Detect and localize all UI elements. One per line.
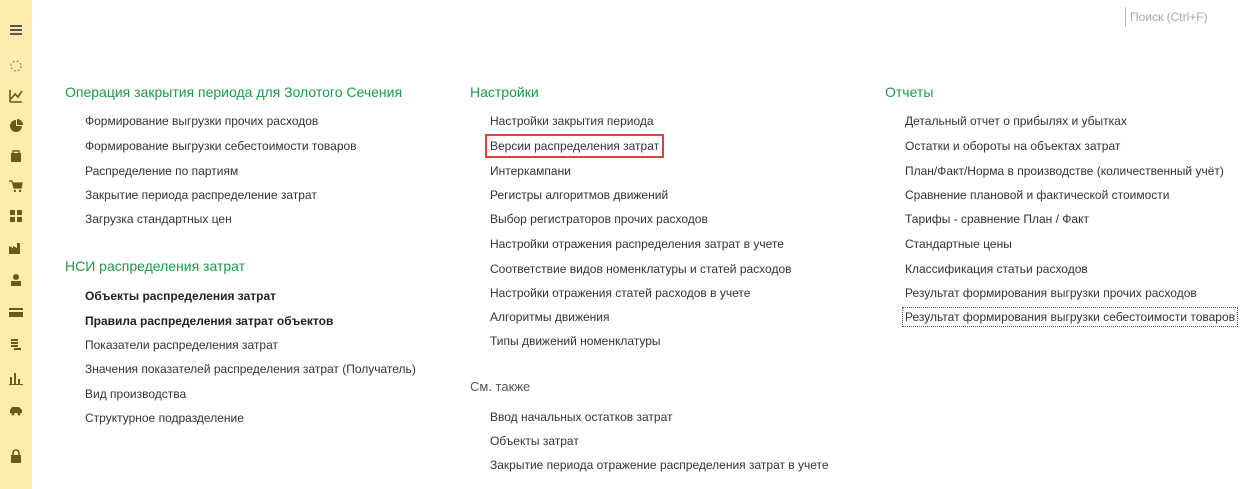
section-title-settings: Настройки (470, 84, 539, 100)
cart-icon[interactable] (4, 174, 28, 198)
link-production-type[interactable]: Вид производства (85, 387, 186, 401)
link-intercompany[interactable]: Интеркампани (490, 164, 571, 178)
link-period-closing-accounting[interactable]: Закрытие периода отражение распределения… (490, 458, 829, 472)
section-title-see-also: См. также (470, 379, 531, 394)
link-batch-distribution[interactable]: Распределение по партиям (85, 164, 238, 178)
link-cost-object-balances[interactable]: Остатки и обороты на объектах затрат (905, 139, 1120, 153)
link-profit-loss-report[interactable]: Детальный отчет о прибылях и убытках (905, 114, 1127, 128)
section-title-nsi: НСИ распределения затрат (65, 258, 246, 274)
link-nomenclature-expense-mapping[interactable]: Соответствие видов номенклатуры и статей… (490, 262, 792, 276)
pie-icon[interactable] (4, 114, 28, 138)
link-plan-fact-norm[interactable]: План/Факт/Норма в производстве (количест… (905, 164, 1224, 178)
bag-icon[interactable] (4, 144, 28, 168)
link-plan-actual-cost-comparison[interactable]: Сравнение плановой и фактической стоимос… (905, 188, 1170, 202)
bar-chart-icon[interactable] (4, 366, 28, 390)
link-other-expense-registrars[interactable]: Выбор регистраторов прочих расходов (490, 212, 708, 226)
link-other-expenses-export-result[interactable]: Результат формирования выгрузки прочих р… (905, 286, 1197, 300)
chart-icon[interactable] (4, 84, 28, 108)
grid-icon[interactable] (4, 204, 28, 228)
history-icon[interactable] (4, 54, 28, 78)
link-movement-algorithms[interactable]: Алгоритмы движения (490, 310, 609, 324)
link-tariffs-plan-fact[interactable]: Тарифы - сравнение План / Факт (905, 212, 1089, 226)
link-expense-classification[interactable]: Классификация статьи расходов (905, 262, 1088, 276)
link-standard-prices-load[interactable]: Загрузка стандартных цен (85, 212, 232, 226)
link-initial-cost-balances[interactable]: Ввод начальных остатков затрат (490, 410, 673, 424)
link-nomenclature-movement-types[interactable]: Типы движений номенклатуры (490, 334, 661, 348)
link-period-closing-distribution[interactable]: Закрытие периода распределение затрат (85, 188, 317, 202)
link-cost-objects[interactable]: Объекты затрат (490, 434, 579, 448)
link-distribution-rules[interactable]: Правила распределения затрат объектов (85, 314, 333, 328)
link-movement-algorithm-registers[interactable]: Регистры алгоритмов движений (490, 188, 668, 202)
link-distribution-versions[interactable]: Версии распределения затрат (484, 134, 665, 158)
car-icon[interactable] (4, 398, 28, 422)
card-icon[interactable] (4, 300, 28, 324)
menu-icon[interactable] (4, 18, 28, 42)
link-structural-unit[interactable]: Структурное подразделение (85, 411, 244, 425)
coins-icon[interactable] (4, 332, 28, 356)
link-cost-export-result[interactable]: Результат формирования выгрузки себестои… (901, 307, 1239, 327)
section-title-period-closing: Операция закрытия периода для Золотого С… (65, 84, 403, 100)
link-other-expenses-export[interactable]: Формирование выгрузки прочих расходов (85, 114, 318, 128)
link-standard-prices[interactable]: Стандартные цены (905, 237, 1012, 251)
link-cost-export[interactable]: Формирование выгрузки себестоимости това… (85, 139, 357, 153)
link-distribution-accounting-settings[interactable]: Настройки отражения распределения затрат… (490, 237, 784, 251)
left-icon-bar (0, 0, 32, 489)
lock-icon[interactable] (4, 444, 28, 468)
link-period-closing-settings[interactable]: Настройки закрытия периода (490, 114, 654, 128)
person-icon[interactable] (4, 268, 28, 292)
link-indicator-values[interactable]: Значения показателей распределения затра… (85, 362, 416, 376)
link-distribution-indicators[interactable]: Показатели распределения затрат (85, 338, 278, 352)
factory-icon[interactable] (4, 236, 28, 260)
section-title-reports: Отчеты (885, 84, 934, 100)
link-expense-accounting-settings[interactable]: Настройки отражения статей расходов в уч… (490, 286, 750, 300)
link-distribution-objects[interactable]: Объекты распределения затрат (85, 289, 276, 303)
search-input[interactable] (1125, 7, 1245, 27)
